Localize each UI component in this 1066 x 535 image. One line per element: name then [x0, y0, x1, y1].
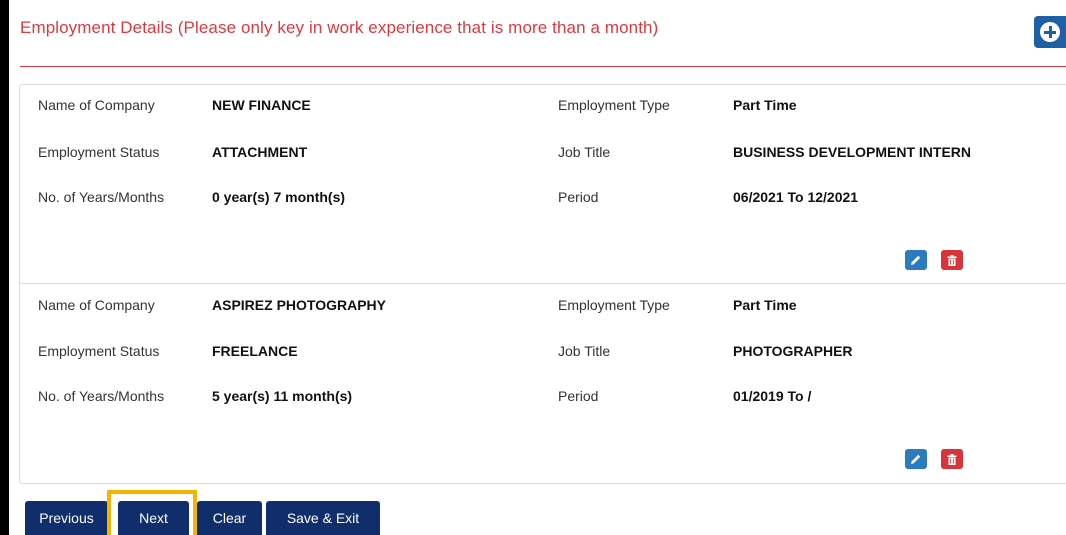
- employment-type-value: Part Time: [733, 297, 797, 313]
- company-label: Name of Company: [38, 97, 155, 113]
- employment-type-label: Employment Type: [558, 297, 670, 313]
- delete-button[interactable]: [941, 449, 963, 469]
- pencil-icon: [911, 454, 921, 464]
- years-months-value: 0 year(s) 7 month(s): [212, 189, 346, 205]
- pencil-icon: [911, 255, 921, 265]
- years-months-label: No. of Years/Months: [38, 189, 165, 205]
- period-value: 06/2021 To 12/2021: [733, 189, 859, 205]
- job-title-label: Job Title: [558, 144, 611, 160]
- job-title-value: PHOTOGRAPHER: [733, 343, 853, 359]
- period-label: Period: [558, 189, 599, 205]
- period-label: Period: [558, 388, 599, 404]
- employment-details-page: Employment Details (Please only key in w…: [0, 0, 1066, 535]
- clear-button[interactable]: Clear: [197, 501, 262, 535]
- company-value: ASPIREZ PHOTOGRAPHY: [212, 297, 386, 313]
- previous-button[interactable]: Previous: [25, 501, 108, 535]
- employment-type-value: Part Time: [733, 97, 797, 113]
- trash-icon: [947, 254, 957, 266]
- years-months-value: 5 year(s) 11 month(s): [212, 388, 353, 404]
- left-border: [0, 0, 9, 535]
- section-title: Employment Details (Please only key in w…: [20, 18, 659, 37]
- job-title-label: Job Title: [558, 343, 611, 359]
- title-divider: [20, 66, 1066, 67]
- save-exit-button[interactable]: Save & Exit: [266, 501, 380, 535]
- employment-status-value: FREELANCE: [212, 343, 298, 359]
- next-button-highlight: [107, 490, 197, 535]
- edit-button[interactable]: [905, 449, 927, 469]
- employment-type-label: Employment Type: [558, 97, 670, 113]
- company-label: Name of Company: [38, 297, 155, 313]
- add-employment-button[interactable]: [1034, 16, 1066, 48]
- job-title-value: BUSINESS DEVELOPMENT INTERN: [733, 144, 972, 160]
- trash-icon: [947, 453, 957, 465]
- employment-status-label: Employment Status: [38, 144, 160, 160]
- employment-status-label: Employment Status: [38, 343, 160, 359]
- edit-button[interactable]: [905, 250, 927, 270]
- plus-circle-icon: [1040, 22, 1060, 42]
- company-value: NEW FINANCE: [212, 97, 311, 113]
- record-divider: [20, 283, 1066, 284]
- delete-button[interactable]: [941, 250, 963, 270]
- years-months-label: No. of Years/Months: [38, 388, 165, 404]
- period-value: 01/2019 To /: [733, 388, 812, 404]
- employment-status-value: ATTACHMENT: [212, 144, 308, 160]
